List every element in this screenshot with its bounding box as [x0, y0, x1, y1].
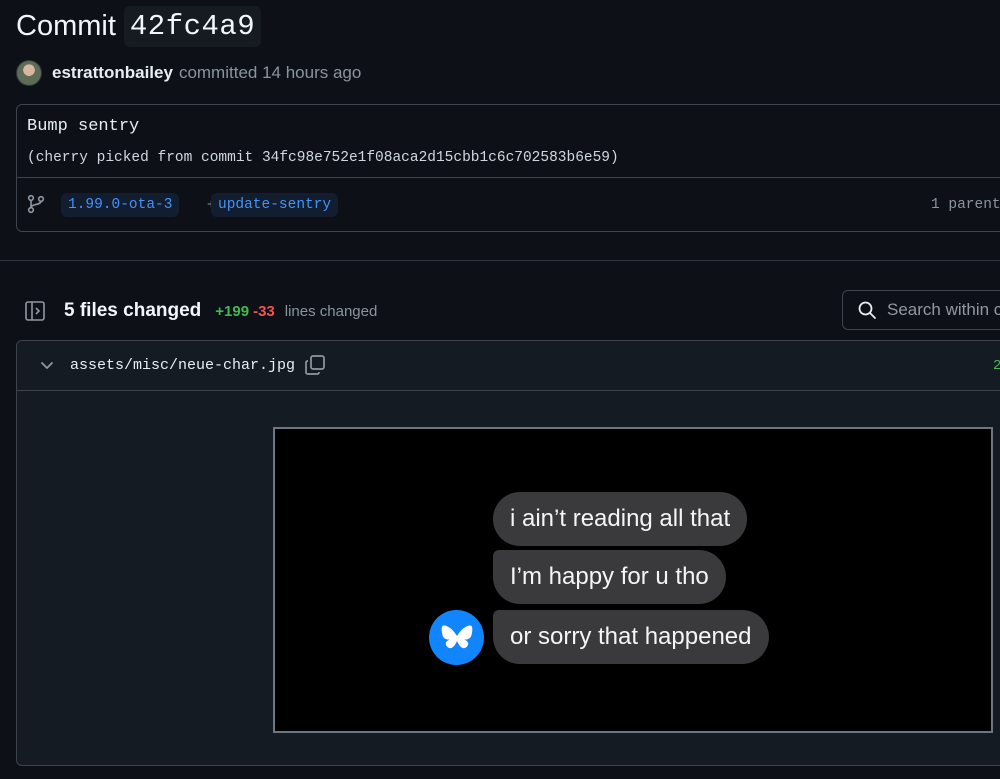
- branch-icon: [27, 194, 45, 214]
- message-bubble: i ain’t reading all that: [493, 492, 748, 546]
- file-path[interactable]: assets/misc/neue-char.jpg: [70, 357, 295, 374]
- author-link[interactable]: estrattonbailey: [52, 63, 173, 83]
- search-within-files[interactable]: [842, 290, 1000, 330]
- commit-title: Commit 42fc4a9: [16, 6, 262, 47]
- commit-message-title: Bump sentry: [27, 117, 140, 136]
- message-bubble: or sorry that happened: [493, 610, 769, 664]
- lines-changed-label: lines changed: [284, 302, 378, 320]
- commit-message-body: (cherry picked from commit 34fc98e752e1f…: [27, 150, 619, 166]
- commit-time: committed 14 hours ago: [178, 63, 362, 82]
- file-diff-panel: assets/misc/neue-char.jpg 2 i ain’t read…: [16, 340, 1000, 766]
- commit-message-box: Bump sentry (cherry picked from commit 3…: [16, 104, 1000, 232]
- copy-icon[interactable]: [304, 354, 326, 376]
- files-changed-count: 5 files changed: [64, 300, 202, 321]
- search-input[interactable]: [887, 300, 1000, 320]
- commit-footer: 1.99.0-ota-3 + update-sentry 1 parent: [17, 177, 1000, 231]
- branch-chip-1[interactable]: 1.99.0-ota-3: [61, 193, 180, 217]
- page-title: Commit: [16, 10, 116, 42]
- commit-sha[interactable]: 42fc4a9: [123, 6, 262, 47]
- section-divider: [0, 260, 1000, 261]
- image-preview: i ain’t reading all that I’m happy for u…: [273, 427, 993, 733]
- files-summary-bar: 5 files changed +199 -33 lines changed: [24, 296, 377, 326]
- additions-count: +199: [215, 302, 250, 320]
- commit-author-row: estrattonbailey committed 14 hours ago: [16, 60, 361, 86]
- parent-link[interactable]: 1 parent: [931, 197, 1000, 213]
- branch-chip-2[interactable]: update-sentry: [211, 193, 339, 217]
- chevron-down-icon[interactable]: [39, 357, 55, 373]
- avatar[interactable]: [16, 60, 42, 86]
- message-bubble: I’m happy for u tho: [493, 550, 726, 604]
- file-stat: 2: [993, 358, 1000, 374]
- deletions-count: -33: [253, 302, 275, 320]
- search-icon: [858, 301, 876, 319]
- sidebar-toggle-icon[interactable]: [24, 300, 46, 322]
- file-header: assets/misc/neue-char.jpg 2: [17, 341, 1000, 391]
- bluesky-avatar: [429, 610, 484, 665]
- butterfly-icon: [441, 624, 472, 648]
